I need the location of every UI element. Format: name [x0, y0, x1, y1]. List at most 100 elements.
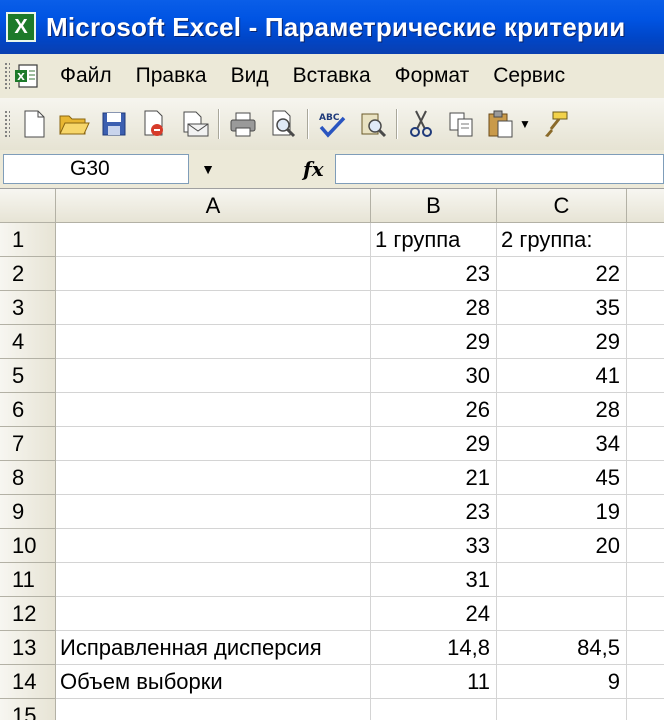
cell-b12[interactable]: 24 — [371, 597, 497, 631]
research-icon[interactable] — [354, 106, 390, 142]
paste-icon[interactable] — [483, 106, 519, 142]
cell-c14[interactable]: 9 — [497, 665, 627, 699]
cell-a1[interactable] — [56, 223, 371, 257]
cell-b7[interactable]: 29 — [371, 427, 497, 461]
cell-b15[interactable] — [371, 699, 497, 720]
cell-c13[interactable]: 84,5 — [497, 631, 627, 665]
name-box[interactable]: G30 — [3, 154, 189, 184]
select-all-corner[interactable] — [0, 189, 56, 223]
cell-d7[interactable] — [627, 427, 664, 461]
cell-d15[interactable] — [627, 699, 664, 720]
cell-b6[interactable]: 26 — [371, 393, 497, 427]
cell-d3[interactable] — [627, 291, 664, 325]
row-header-13[interactable]: 13 — [0, 631, 56, 665]
cell-d4[interactable] — [627, 325, 664, 359]
cell-a9[interactable] — [56, 495, 371, 529]
print-preview-icon[interactable] — [265, 106, 301, 142]
cell-c1[interactable]: 2 группа: — [497, 223, 627, 257]
excel-icon[interactable]: X — [6, 12, 36, 42]
cell-a12[interactable] — [56, 597, 371, 631]
cell-d2[interactable] — [627, 257, 664, 291]
row-header-11[interactable]: 11 — [0, 563, 56, 597]
cell-a2[interactable] — [56, 257, 371, 291]
column-header-a[interactable]: A — [56, 189, 371, 223]
cell-c8[interactable]: 45 — [497, 461, 627, 495]
cell-b2[interactable]: 23 — [371, 257, 497, 291]
cell-c4[interactable]: 29 — [497, 325, 627, 359]
cell-b14[interactable]: 11 — [371, 665, 497, 699]
row-header-3[interactable]: 3 — [0, 291, 56, 325]
cell-b13[interactable]: 14,8 — [371, 631, 497, 665]
new-document-icon[interactable] — [16, 106, 52, 142]
cell-a8[interactable] — [56, 461, 371, 495]
cell-c5[interactable]: 41 — [497, 359, 627, 393]
menu-tools[interactable]: Сервис — [481, 64, 577, 88]
cell-c12[interactable] — [497, 597, 627, 631]
formula-input[interactable] — [335, 154, 664, 184]
format-painter-icon[interactable] — [537, 106, 573, 142]
copy-icon[interactable] — [443, 106, 479, 142]
cell-c2[interactable]: 22 — [497, 257, 627, 291]
menu-file[interactable]: Файл — [48, 64, 124, 88]
permission-icon[interactable] — [136, 106, 172, 142]
row-header-4[interactable]: 4 — [0, 325, 56, 359]
cell-c3[interactable]: 35 — [497, 291, 627, 325]
cell-c10[interactable]: 20 — [497, 529, 627, 563]
cell-c9[interactable]: 19 — [497, 495, 627, 529]
column-header-b[interactable]: B — [371, 189, 497, 223]
toolbar-grip[interactable] — [4, 110, 10, 138]
workbook-icon[interactable]: X — [14, 63, 40, 89]
open-folder-icon[interactable] — [56, 106, 92, 142]
cut-icon[interactable] — [403, 106, 439, 142]
menu-insert[interactable]: Вставка — [281, 64, 383, 88]
cell-b4[interactable]: 29 — [371, 325, 497, 359]
cell-b11[interactable]: 31 — [371, 563, 497, 597]
cell-b1[interactable]: 1 группа — [371, 223, 497, 257]
menu-view[interactable]: Вид — [219, 64, 281, 88]
row-header-8[interactable]: 8 — [0, 461, 56, 495]
cell-b5[interactable]: 30 — [371, 359, 497, 393]
cell-b3[interactable]: 28 — [371, 291, 497, 325]
cell-a14[interactable]: Объем выборки — [56, 665, 371, 699]
row-header-2[interactable]: 2 — [0, 257, 56, 291]
column-header-c[interactable]: C — [497, 189, 627, 223]
cell-a7[interactable] — [56, 427, 371, 461]
cell-c7[interactable]: 34 — [497, 427, 627, 461]
cell-d8[interactable] — [627, 461, 664, 495]
cell-b8[interactable]: 21 — [371, 461, 497, 495]
cell-b10[interactable]: 33 — [371, 529, 497, 563]
menu-edit[interactable]: Правка — [124, 64, 219, 88]
row-header-6[interactable]: 6 — [0, 393, 56, 427]
row-header-12[interactable]: 12 — [0, 597, 56, 631]
cell-d10[interactable] — [627, 529, 664, 563]
cell-a5[interactable] — [56, 359, 371, 393]
menu-format[interactable]: Формат — [383, 64, 482, 88]
cell-c6[interactable]: 28 — [497, 393, 627, 427]
cell-a15[interactable] — [56, 699, 371, 720]
row-header-1[interactable]: 1 — [0, 223, 56, 257]
cell-d1[interactable] — [627, 223, 664, 257]
cell-d6[interactable] — [627, 393, 664, 427]
cell-a13[interactable]: Исправленная дисперсия — [56, 631, 371, 665]
row-header-14[interactable]: 14 — [0, 665, 56, 699]
row-header-10[interactable]: 10 — [0, 529, 56, 563]
row-header-15[interactable]: 15 — [0, 699, 56, 720]
cell-a4[interactable] — [56, 325, 371, 359]
cell-b9[interactable]: 23 — [371, 495, 497, 529]
cell-a3[interactable] — [56, 291, 371, 325]
cell-a6[interactable] — [56, 393, 371, 427]
cell-d9[interactable] — [627, 495, 664, 529]
row-header-7[interactable]: 7 — [0, 427, 56, 461]
email-icon[interactable] — [176, 106, 212, 142]
column-header-d[interactable] — [627, 189, 664, 223]
chevron-down-icon[interactable]: ▼ — [193, 154, 223, 184]
cell-a10[interactable] — [56, 529, 371, 563]
print-icon[interactable] — [225, 106, 261, 142]
cell-d11[interactable] — [627, 563, 664, 597]
menu-grip[interactable] — [4, 62, 10, 90]
cell-c15[interactable] — [497, 699, 627, 720]
paste-options-icon[interactable]: ▼ — [519, 117, 531, 131]
save-icon[interactable] — [96, 106, 132, 142]
spelling-icon[interactable]: ABC — [314, 106, 350, 142]
cell-d14[interactable] — [627, 665, 664, 699]
